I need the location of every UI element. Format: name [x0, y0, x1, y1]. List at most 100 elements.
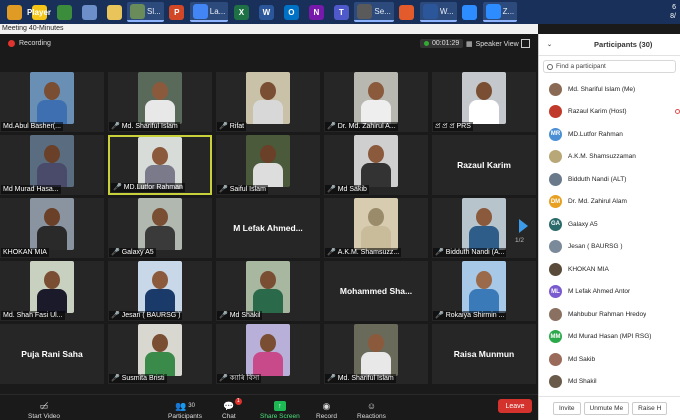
taskbar-item[interactable]: T	[329, 2, 353, 22]
video-tile[interactable]: Mohammed Sha...	[324, 261, 428, 321]
participant-list-item[interactable]: KHOKAN MIA	[539, 258, 680, 281]
video-tile[interactable]: 🎤 Susmita Bristi	[108, 324, 212, 384]
page-indicator: 1/2	[515, 237, 525, 244]
invite-button[interactable]: Invite	[553, 402, 581, 415]
recording-dot-icon	[8, 40, 15, 47]
muted-mic-icon: 🎤	[219, 312, 228, 319]
participant-name: KHOKAN MIA	[3, 249, 47, 256]
raise-hand-button[interactable]: Raise H	[632, 402, 668, 415]
video-tile[interactable]: 🎤 Rifat	[216, 72, 320, 132]
taskbar-item[interactable]	[395, 2, 419, 22]
collapse-chevron-icon[interactable]: ⌄	[547, 41, 552, 48]
participant-name-label: 🎤 Rokaiya Shirmin ...	[433, 311, 507, 320]
teams-icon: T	[333, 4, 349, 20]
participant-list-item[interactable]: Razaul Karim (Host)	[539, 101, 680, 124]
taskbar-item[interactable]	[458, 2, 482, 22]
speaker-view-button[interactable]: ▦ Speaker View	[462, 38, 523, 50]
video-tile[interactable]: Puja Rani Saha	[0, 324, 104, 384]
taskbar-clock[interactable]: 6 8/	[670, 3, 678, 21]
video-tile[interactable]: 🎤 Saiful Islam	[216, 135, 320, 195]
video-tile[interactable]: 🎤 Md Sakib	[324, 135, 428, 195]
person-head	[476, 271, 492, 289]
participant-search-input[interactable]: Find a participant	[543, 60, 676, 73]
participant-list-item[interactable]: MM Md Murad Hasan (MPI RSG)	[539, 326, 680, 349]
taskbar-item[interactable]	[2, 2, 26, 22]
record-button[interactable]: ◉ Record	[316, 396, 337, 420]
participant-video	[354, 72, 398, 124]
taskbar-item[interactable]: Se...	[354, 2, 394, 22]
participant-name: প্ৰ প্ৰ প্ৰ PRS	[435, 123, 471, 130]
participant-list-item[interactable]: Md Shakil	[539, 371, 680, 394]
participant-list-item[interactable]: Bidduth Nandi (ALT)	[539, 168, 680, 191]
video-tile[interactable]: 🎤 A.K.M. Shamsuzz...	[324, 198, 428, 258]
share-screen-button[interactable]: ↑ Share Screen	[260, 396, 300, 420]
video-tile[interactable]: 🎤 ক্যাৰি বিসা	[216, 324, 320, 384]
video-tile[interactable]: 🎤 Dr. Md. Zahirul A...	[324, 72, 428, 132]
taskbar-item[interactable]: Sl...	[127, 2, 164, 22]
taskbar-item[interactable]: N	[304, 2, 328, 22]
video-tile[interactable]: M Lefak Ahmed...	[216, 198, 320, 258]
taskbar-item[interactable]	[77, 2, 101, 22]
taskbar-item-label: La...	[209, 6, 226, 16]
taskbar-item[interactable]: Player	[27, 2, 51, 22]
video-tile[interactable]: 🎤 Md Shakil	[216, 261, 320, 321]
taskbar-item[interactable]: La...	[189, 2, 229, 22]
participant-list-item[interactable]: GA Galaxy A5	[539, 213, 680, 236]
start-video-button[interactable]: ▭̸ Start Video	[28, 396, 60, 420]
participant-name-label: 🎤 Rifat	[217, 122, 247, 131]
participant-name-label: 🎤 Bidduth Nandi (A...	[433, 248, 507, 257]
recording-indicator[interactable]: Recording	[8, 40, 51, 47]
screenshot-icon	[130, 3, 145, 19]
windows-taskbar: Player Sl... P La... X W O N T Se... W... Z... 6 8/	[0, 0, 680, 24]
taskbar-item[interactable]: O	[279, 2, 303, 22]
taskbar-item[interactable]: X	[229, 2, 253, 22]
person-head	[368, 334, 384, 352]
leave-button[interactable]: Leave	[498, 399, 532, 413]
next-page-arrow-icon[interactable]	[519, 219, 529, 233]
muted-mic-icon: 🎤	[111, 249, 120, 256]
reactions-button[interactable]: ☺ Reactions	[357, 396, 386, 420]
participant-list-item[interactable]: MR MD.Lutfor Rahman	[539, 123, 680, 146]
video-tile[interactable]: 🎤 Galaxy A5	[108, 198, 212, 258]
taskbar-item-label: Sl...	[147, 6, 161, 16]
participant-list-item[interactable]: ML M Lefak Ahmed Antor	[539, 281, 680, 304]
video-tile[interactable]: প্ৰ প্ৰ প্ৰ PRS	[432, 72, 536, 132]
participant-name-label: 🎤 ক্যাৰি বিসা	[217, 374, 262, 383]
muted-mic-icon: 🎤	[327, 375, 336, 382]
video-tile[interactable]: Razaul Karim	[432, 135, 536, 195]
video-tile[interactable]: 🎤 Md. Shariful Islam	[108, 72, 212, 132]
taskbar-item-label: Se...	[374, 6, 391, 16]
participant-name-label: 🎤 Galaxy A5	[109, 248, 156, 257]
unmute-me-button[interactable]: Unmute Me	[583, 402, 630, 415]
video-tile[interactable]: KHOKAN MIA	[0, 198, 104, 258]
participant-name-label: 🎤 Dr. Md. Zahirul A...	[325, 122, 398, 131]
participants-count: 30	[188, 403, 195, 409]
participant-list-item[interactable]: Md Sakib	[539, 348, 680, 371]
video-tile[interactable]: 🎤 Md. Shariful Islam	[324, 324, 428, 384]
person-head	[476, 82, 492, 100]
participant-video	[138, 198, 182, 250]
taskbar-item[interactable]: P	[165, 2, 189, 22]
participant-list-item[interactable]: Md. Shariful Islam (Me)	[539, 78, 680, 101]
video-tile[interactable]: 🎤 Jesan ( BAURSG )	[108, 261, 212, 321]
chat-button[interactable]: 💬 1 Chat	[222, 396, 242, 420]
video-tile[interactable]: Raisa Munmun	[432, 324, 536, 384]
taskbar-item[interactable]: W...	[419, 2, 457, 22]
taskbar-item[interactable]	[102, 2, 126, 22]
fullscreen-icon[interactable]	[521, 39, 530, 48]
video-tile[interactable]: Md Murad Hasa...	[0, 135, 104, 195]
participants-button[interactable]: 👥 30 Participants	[168, 396, 202, 420]
video-tile[interactable]: 🎤 Rokaiya Shirmin ...	[432, 261, 536, 321]
participant-list-item[interactable]: DM Dr. Md. Zahirul Alam	[539, 191, 680, 214]
taskbar-item[interactable]: Z...	[482, 2, 518, 22]
taskbar-item[interactable]	[52, 2, 76, 22]
video-tile[interactable]: 🎤 MD.Lutfor Rahman	[108, 135, 212, 195]
meeting-title: Meeting 40-Minutes	[0, 24, 538, 34]
participant-list-item[interactable]: Mahbubur Rahman Hredoy	[539, 303, 680, 326]
participant-list-item[interactable]: A.K.M. Shamsuzzaman	[539, 146, 680, 169]
taskbar-item[interactable]: W	[254, 2, 278, 22]
video-tile[interactable]: Md. Shah Fasi Ul...	[0, 261, 104, 321]
video-tile[interactable]: Md.Abul Basher(...	[0, 72, 104, 132]
participant-list-item[interactable]: Jesan ( BAURSG )	[539, 236, 680, 259]
participant-list-name: Mahbubur Rahman Hredoy	[568, 310, 647, 318]
